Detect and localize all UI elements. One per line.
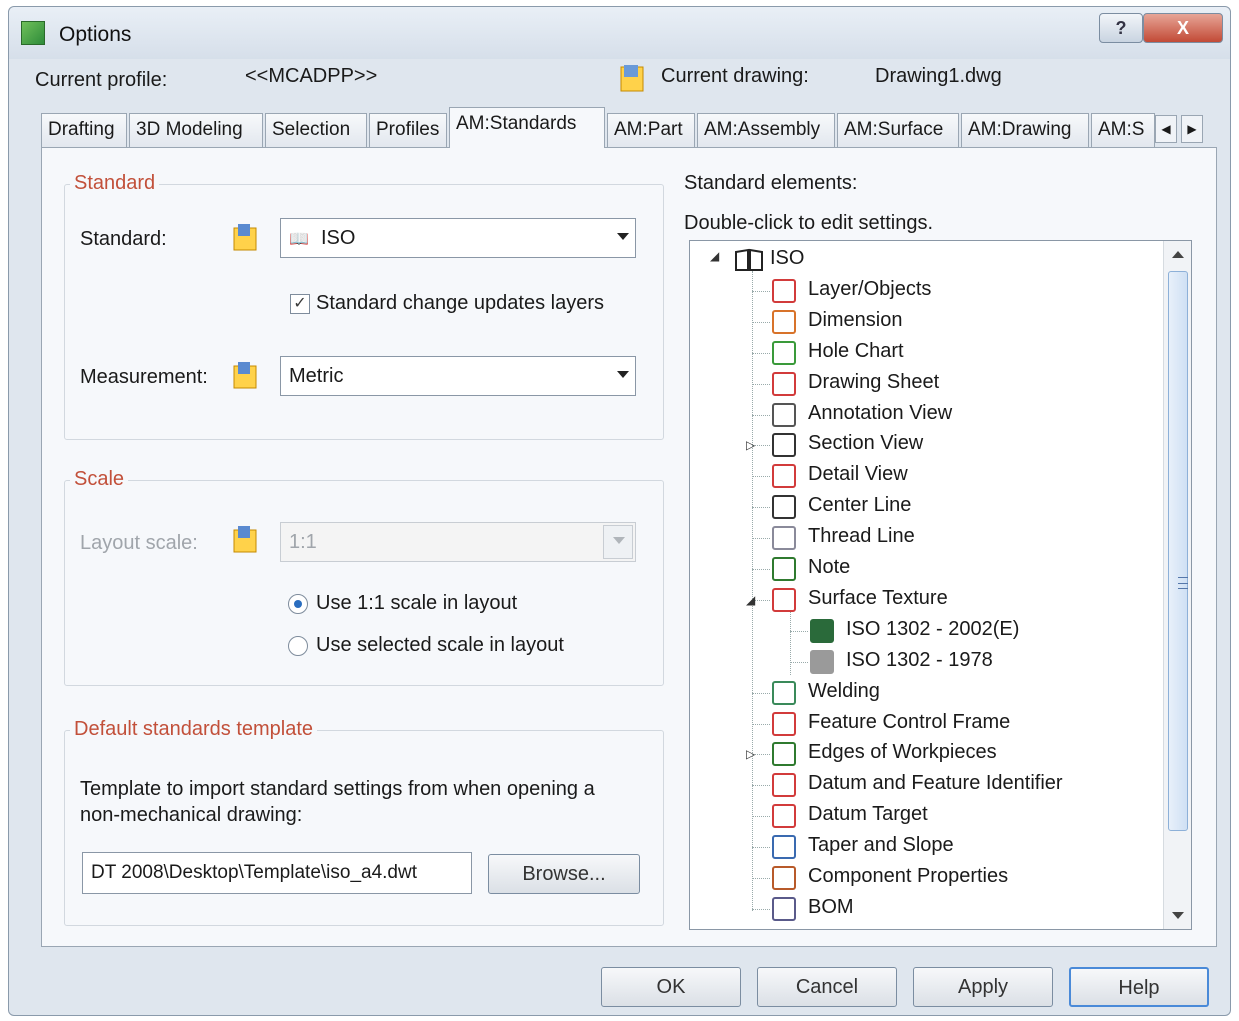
template-group-heading: Default standards template: [70, 718, 318, 741]
standard-elements-hint: Double-click to edit settings.: [684, 212, 934, 234]
iso-1302-2002-icon: [810, 618, 834, 643]
measurement-info-icon: [232, 360, 258, 390]
options-dialog: Options ? X Current profile: <<MCADPP>> …: [8, 6, 1231, 1016]
help-button[interactable]: Help: [1069, 967, 1209, 1007]
tab-scroll-right-icon[interactable]: ▶: [1181, 115, 1203, 143]
tab-profiles[interactable]: Profiles: [369, 113, 447, 147]
standard-dropdown[interactable]: 📖 ISO: [280, 218, 636, 258]
layout-scale-info-icon: [232, 524, 258, 554]
layout-scale-label: Layout scale:: [80, 532, 198, 554]
use-1-1-scale-label: Use 1:1 scale in layout: [316, 592, 518, 614]
chevron-down-icon: [617, 371, 629, 378]
am-standards-panel: Standard Standard: 📖 ISO ✓ Standard chan…: [41, 147, 1217, 947]
window-title: Options: [59, 23, 132, 46]
note-icon: [772, 557, 796, 581]
tree-scrollbar[interactable]: [1163, 241, 1191, 929]
measurement-label: Measurement:: [80, 366, 208, 388]
template-path-input[interactable]: DT 2008\Desktop\Template\iso_a4.dwt: [82, 852, 472, 894]
layout-scale-dropdown[interactable]: 1:1: [280, 522, 636, 562]
tab-strip: Drafting 3D Modeling Selection Profiles …: [41, 107, 1211, 148]
iso-1302-1978-icon: [810, 649, 834, 674]
layout-scale-value: 1:1: [289, 531, 317, 553]
tab-am-assembly[interactable]: AM:Assembly: [697, 113, 835, 147]
detail-view-icon: [772, 464, 796, 489]
current-profile-label: Current profile:: [35, 69, 168, 91]
standard-info-icon: [232, 222, 258, 252]
iso-book-icon: 📖: [289, 231, 309, 248]
thread-line-icon: [772, 526, 796, 551]
standard-change-label: Standard change updates layers: [316, 292, 604, 314]
tab-3d-modeling[interactable]: 3D Modeling: [129, 113, 263, 147]
tab-am-drawing[interactable]: AM:Drawing: [961, 113, 1089, 147]
drawing-icon: [619, 63, 645, 93]
template-description-line1: Template to import standard settings fro…: [80, 778, 595, 800]
datum-target-icon: [772, 804, 796, 829]
scroll-thumb[interactable]: [1168, 271, 1188, 831]
use-selected-scale-radio[interactable]: [288, 636, 308, 656]
welding-icon: [772, 680, 796, 705]
tab-selection[interactable]: Selection: [265, 113, 367, 147]
current-drawing-value: Drawing1.dwg: [875, 65, 1002, 87]
annotation-view-icon: [772, 402, 796, 427]
current-profile-value: <<MCADPP>>: [245, 65, 378, 87]
tab-am-surface[interactable]: AM:Surface: [837, 113, 959, 147]
help-title-button[interactable]: ?: [1099, 13, 1143, 43]
browse-button[interactable]: Browse...: [488, 854, 640, 894]
standard-change-checkbox[interactable]: ✓: [290, 294, 310, 314]
tab-scroll-left-icon[interactable]: ◀: [1155, 115, 1177, 143]
template-group: [64, 730, 664, 926]
standard-elements-tree[interactable]: ◢ ISO Layer/Objects Dimension Hole Chart Dr…: [689, 240, 1192, 930]
use-1-1-scale-radio[interactable]: [288, 594, 308, 614]
tab-drafting[interactable]: Drafting: [41, 113, 127, 147]
collapse-arrow-icon[interactable]: ◢: [710, 249, 719, 263]
bom-icon: [772, 896, 796, 921]
taper-slope-icon: [772, 835, 796, 860]
tab-am-s[interactable]: AM:S: [1091, 113, 1155, 147]
scroll-down-icon[interactable]: [1172, 912, 1184, 919]
scroll-up-icon[interactable]: [1172, 251, 1184, 258]
template-description-line2: non-mechanical drawing:: [80, 804, 303, 826]
ok-button[interactable]: OK: [601, 967, 741, 1007]
expand-section-view-icon[interactable]: ▷: [746, 438, 755, 452]
use-selected-scale-label: Use selected scale in layout: [316, 634, 564, 656]
title-bar[interactable]: Options ? X: [9, 7, 1230, 59]
iso-book-icon: [734, 248, 764, 272]
standard-elements-heading: Standard elements:: [684, 172, 858, 194]
section-view-icon: [772, 433, 796, 458]
component-properties-icon: [772, 866, 796, 890]
feature-control-frame-icon: [772, 711, 796, 736]
collapse-surface-texture-icon[interactable]: ◢: [746, 593, 755, 607]
cancel-button[interactable]: Cancel: [757, 967, 897, 1007]
chevron-down-icon: [617, 233, 629, 240]
tab-am-standards[interactable]: AM:Standards: [449, 107, 605, 148]
center-line-icon: [772, 495, 796, 520]
tab-am-part[interactable]: AM:Part: [607, 113, 695, 147]
measurement-dropdown-value: Metric: [289, 365, 344, 387]
surface-texture-icon: [772, 587, 796, 612]
standard-label: Standard:: [80, 228, 167, 250]
measurement-dropdown[interactable]: Metric: [280, 356, 636, 396]
current-drawing-label: Current drawing:: [661, 65, 809, 87]
standard-dropdown-value: ISO: [321, 227, 356, 249]
hole-chart-icon: [772, 340, 796, 365]
edges-icon: [772, 742, 796, 767]
expand-edges-icon[interactable]: ▷: [746, 747, 755, 761]
scale-group-heading: Scale: [70, 468, 129, 491]
close-button[interactable]: X: [1143, 13, 1223, 43]
standard-group-heading: Standard: [70, 172, 160, 195]
layers-icon: [772, 278, 796, 303]
apply-button[interactable]: Apply: [913, 967, 1053, 1007]
chevron-down-icon: [613, 537, 625, 544]
drawing-sheet-icon: [772, 371, 796, 396]
app-icon: [21, 21, 45, 45]
dimension-icon: [772, 309, 796, 334]
datum-identifier-icon: [772, 773, 796, 798]
